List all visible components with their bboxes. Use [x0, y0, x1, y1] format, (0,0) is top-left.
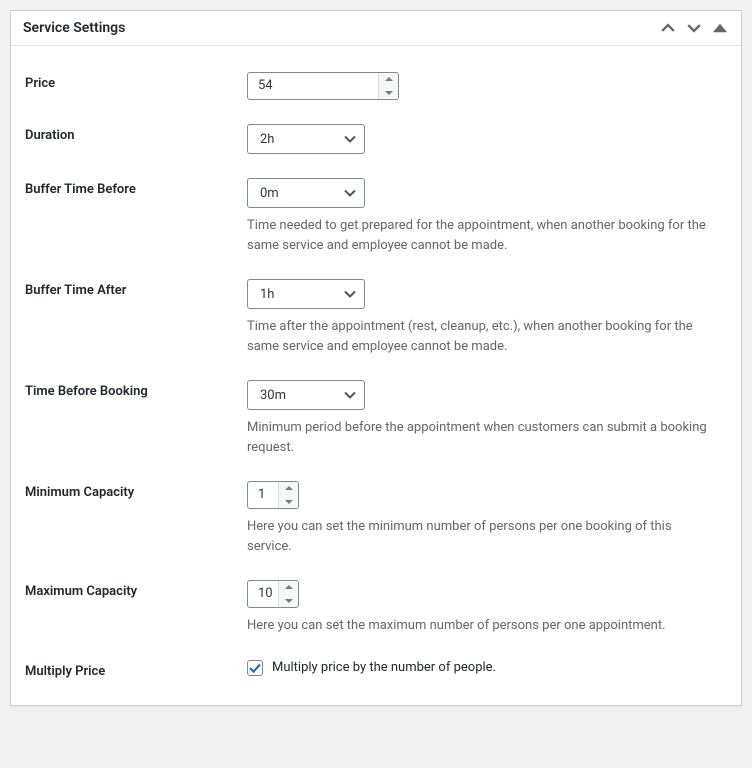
label-max-capacity: Maximum Capacity: [25, 580, 247, 599]
chevron-down-icon: [336, 135, 364, 143]
help-max-capacity: Here you can set the maximum number of p…: [247, 616, 707, 636]
help-time-before-booking: Minimum period before the appointment wh…: [247, 418, 707, 457]
service-settings-panel: Service Settings Price 54: [10, 10, 742, 706]
price-value: 54: [248, 73, 378, 99]
label-buffer-before: Buffer Time Before: [25, 178, 247, 197]
time-before-booking-select[interactable]: 30m: [247, 380, 365, 410]
control-min-capacity: 1 Here you can set the minimum number of…: [247, 481, 727, 556]
min-capacity-value: 1: [248, 482, 278, 508]
buffer-before-value: 0m: [248, 186, 336, 201]
buffer-before-select[interactable]: 0m: [247, 178, 365, 208]
row-duration: Duration 2h: [25, 112, 727, 166]
spinner-up-icon[interactable]: [279, 482, 298, 495]
control-time-before-booking: 30m Minimum period before the appointmen…: [247, 380, 727, 457]
max-capacity-input[interactable]: 10: [247, 580, 299, 608]
chevron-down-icon[interactable]: [685, 19, 703, 37]
chevron-down-icon: [336, 290, 364, 298]
help-buffer-before: Time needed to get prepared for the appo…: [247, 216, 707, 255]
max-capacity-spinner[interactable]: [278, 581, 298, 607]
min-capacity-spinner[interactable]: [278, 482, 298, 508]
spinner-down-icon[interactable]: [279, 594, 298, 607]
row-multiply-price: Multiply Price Multiply price by the num…: [25, 648, 727, 691]
row-price: Price 54: [25, 60, 727, 112]
row-max-capacity: Maximum Capacity 10 Here you can set the…: [25, 568, 727, 648]
panel-title: Service Settings: [23, 20, 125, 36]
max-capacity-value: 10: [248, 581, 278, 607]
chevron-up-icon[interactable]: [659, 19, 677, 37]
help-buffer-after: Time after the appointment (rest, cleanu…: [247, 317, 707, 356]
multiply-price-checkbox-wrap[interactable]: Multiply price by the number of people.: [247, 660, 496, 676]
duration-select[interactable]: 2h: [247, 124, 365, 154]
label-buffer-after: Buffer Time After: [25, 279, 247, 298]
multiply-price-checkbox[interactable]: [247, 660, 263, 676]
spinner-up-icon[interactable]: [379, 73, 398, 86]
spinner-up-icon[interactable]: [279, 581, 298, 594]
min-capacity-input[interactable]: 1: [247, 481, 299, 509]
buffer-after-value: 1h: [248, 287, 336, 302]
price-input[interactable]: 54: [247, 72, 399, 100]
spinner-down-icon[interactable]: [279, 495, 298, 508]
row-buffer-before: Buffer Time Before 0m Time needed to get…: [25, 166, 727, 267]
help-min-capacity: Here you can set the minimum number of p…: [247, 517, 707, 556]
label-min-capacity: Minimum Capacity: [25, 481, 247, 500]
panel-header: Service Settings: [11, 11, 741, 46]
chevron-down-icon: [336, 189, 364, 197]
multiply-price-checkbox-label: Multiply price by the number of people.: [272, 660, 496, 675]
label-time-before-booking: Time Before Booking: [25, 380, 247, 399]
control-buffer-after: 1h Time after the appointment (rest, cle…: [247, 279, 727, 356]
time-before-booking-value: 30m: [248, 388, 336, 403]
duration-value: 2h: [248, 132, 336, 147]
label-price: Price: [25, 72, 247, 91]
panel-body: Price 54 Duration 2h: [11, 46, 741, 705]
control-max-capacity: 10 Here you can set the maximum number o…: [247, 580, 727, 636]
label-multiply-price: Multiply Price: [25, 660, 247, 679]
row-min-capacity: Minimum Capacity 1 Here you can set the …: [25, 469, 727, 568]
spinner-down-icon[interactable]: [379, 86, 398, 99]
price-spinner[interactable]: [378, 73, 398, 99]
collapse-toggle-icon[interactable]: [711, 19, 729, 37]
control-price: 54: [247, 72, 727, 100]
control-buffer-before: 0m Time needed to get prepared for the a…: [247, 178, 727, 255]
buffer-after-select[interactable]: 1h: [247, 279, 365, 309]
row-time-before-booking: Time Before Booking 30m Minimum period b…: [25, 368, 727, 469]
control-multiply-price: Multiply price by the number of people.: [247, 660, 727, 679]
row-buffer-after: Buffer Time After 1h Time after the appo…: [25, 267, 727, 368]
panel-header-actions: [659, 19, 729, 37]
label-duration: Duration: [25, 124, 247, 143]
control-duration: 2h: [247, 124, 727, 154]
chevron-down-icon: [336, 391, 364, 399]
